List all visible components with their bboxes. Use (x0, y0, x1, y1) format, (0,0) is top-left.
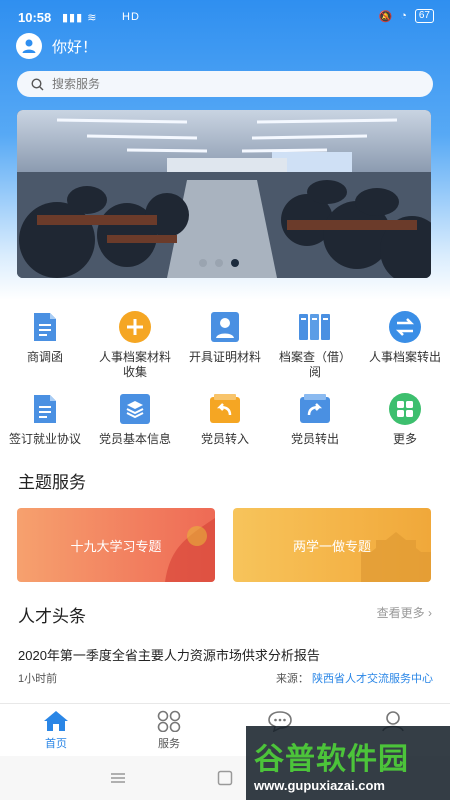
transfer-out-icon (298, 392, 332, 426)
tab-services[interactable]: 服务 (139, 710, 199, 751)
home-icon (44, 711, 68, 731)
service-row: 签订就业协议 党员基本信息 党员转入 党员转出 更多 (0, 392, 450, 472)
service-label: 党员转出 (290, 432, 339, 446)
transfer-icon (388, 310, 422, 344)
greeting-text: 你好！ (52, 38, 98, 56)
service-item-certificate[interactable]: 开具证明材料 (180, 310, 270, 365)
service-label: 党员转入 (200, 432, 249, 446)
building-decoration-icon (361, 532, 431, 582)
user-avatar-icon (22, 39, 36, 53)
service-label: 开具证明材料 (188, 350, 261, 364)
carousel-dot[interactable] (215, 259, 223, 267)
search-bar[interactable] (17, 71, 433, 97)
service-row: 商调函 人事档案材料收集 开具证明材料 档案查（借）阅 人事档案转出 (0, 310, 450, 390)
service-label: 签订就业协议 (8, 432, 81, 446)
layers-icon (118, 392, 152, 426)
banner-carousel[interactable] (17, 110, 431, 278)
battery-indicator: 67 (414, 9, 434, 23)
services-icon (157, 710, 181, 732)
carousel-dot-active[interactable] (231, 259, 239, 267)
banner-image (17, 110, 431, 278)
service-item-dossier-collection[interactable]: 人事档案材料收集 (90, 310, 180, 380)
view-more-link[interactable]: 查看更多 › (377, 604, 432, 621)
news-item-time: 1小时前 (18, 673, 58, 685)
service-item-party-member-info[interactable]: 党员基本信息 (90, 392, 180, 447)
watermark-url: www.gupuxiazai.com (254, 778, 385, 793)
service-label: 档案查（借）阅 (278, 350, 351, 379)
section-title-news: 人才头条 (18, 607, 86, 626)
service-item-party-transfer-out[interactable]: 党员转出 (270, 392, 360, 447)
flag-decoration-icon (165, 518, 215, 582)
service-item-employment-agreement[interactable]: 签订就业协议 (0, 392, 90, 447)
service-item-dossier-lookup[interactable]: 档案查（借）阅 (270, 310, 360, 380)
carousel-indicator (199, 259, 239, 267)
plus-icon (118, 310, 152, 344)
search-input[interactable] (52, 77, 352, 91)
home-square-icon[interactable] (217, 770, 233, 786)
service-label: 人事档案材料收集 (98, 350, 171, 379)
tab-label: 服务 (158, 738, 180, 750)
service-item-shangdiaohan[interactable]: 商调函 (0, 310, 90, 365)
watermark-overlay: 谷普软件园 www.gupuxiazai.com (246, 726, 450, 800)
theme-card-two-studies[interactable]: 两学一做专题 (233, 508, 431, 582)
status-time: 10:58 (18, 10, 52, 25)
mute-icon: 🔕 (378, 10, 393, 23)
document-icon (28, 392, 62, 426)
service-label: 更多 (392, 432, 417, 446)
news-item-title[interactable]: 2020年第一季度全省主要人力资源市场供求分析报告 (18, 645, 320, 664)
section-title-themes: 主题服务 (18, 473, 86, 492)
tab-label: 首页 (45, 738, 67, 750)
news-source-label: 来源： (275, 673, 309, 685)
search-icon (31, 77, 44, 90)
view-more-label: 查看更多 (376, 606, 425, 620)
transfer-in-icon (208, 392, 242, 426)
grid-icon (388, 392, 422, 426)
alarm-icon: ◔ (400, 10, 407, 22)
tab-home[interactable]: 首页 (26, 710, 86, 751)
theme-card-19th-congress[interactable]: 十九大学习专题 (17, 508, 215, 582)
service-label: 商调函 (26, 350, 63, 364)
service-item-more[interactable]: 更多 (360, 392, 450, 447)
service-item-dossier-transfer-out[interactable]: 人事档案转出 (360, 310, 450, 365)
signal-icon: ▮▮▮ ≋ (62, 12, 98, 24)
news-item-source: 来源： 陕西省人才交流服务中心 (276, 670, 433, 686)
news-source-org: 陕西省人才交流服务中心 (312, 673, 433, 685)
person-card-icon (208, 310, 242, 344)
menu-icon[interactable] (110, 772, 126, 784)
chevron-right-icon: › (428, 606, 432, 620)
status-bar: 10:58 ▮▮▮ ≋ HD 🔕 ◔ 67 (0, 0, 450, 34)
greeting-bar: 你好！ (16, 33, 97, 59)
network-label: HD (122, 11, 140, 23)
service-item-party-transfer-in[interactable]: 党员转入 (180, 392, 270, 447)
document-icon (28, 310, 62, 344)
files-icon (298, 310, 332, 344)
avatar[interactable] (16, 33, 42, 59)
service-label: 党员基本信息 (98, 432, 171, 446)
carousel-dot[interactable] (199, 259, 207, 267)
watermark-brand: 谷普软件园 (254, 743, 409, 776)
service-label: 人事档案转出 (368, 350, 441, 364)
